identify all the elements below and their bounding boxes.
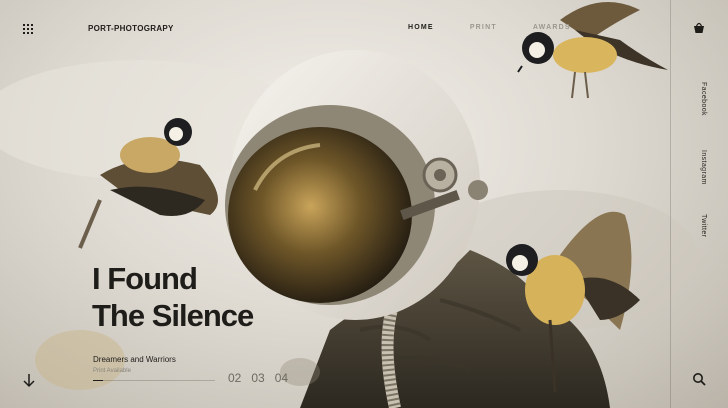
pager-item[interactable]: 02 [228,371,241,385]
nav-print[interactable]: PRINT [470,24,497,31]
hero-stage: PORT-PHOTOGRAPY HOME PRINT AWARDS Facebo… [0,0,728,408]
basket-icon[interactable] [693,22,705,34]
nav-awards[interactable]: AWARDS [533,24,571,31]
bird-top-right [517,2,668,99]
pager-item[interactable]: 03 [251,371,264,385]
down-arrow-icon[interactable] [22,372,36,388]
nav-home[interactable]: HOME [408,24,434,31]
helmet-valve [468,180,488,200]
social-facebook[interactable]: Facebook [693,82,707,116]
hero-subtitle: Dreamers and Warriors [93,355,176,364]
helmet-valve [434,169,446,181]
hero-title-line1: I Found [92,261,198,296]
brand-logo[interactable]: PORT-PHOTOGRAPY [88,24,174,33]
hero-title-line2: The Silence [92,298,254,333]
helmet-visor [228,127,412,303]
left-rail [0,0,56,408]
hero-title: I Found The Silence [92,260,254,334]
grid-menu-icon[interactable] [23,24,33,34]
right-rail: Facebook Instagram Twitter [670,0,728,408]
top-nav: HOME PRINT AWARDS [408,24,571,31]
slide-progress-fill [93,380,103,381]
slide-pager: 02 03 04 [228,371,288,385]
social-twitter[interactable]: Twitter [693,214,707,237]
hero-photo [0,2,700,408]
pager-item[interactable]: 04 [275,371,288,385]
search-icon[interactable] [692,372,706,386]
slide-progress-track [93,380,215,381]
social-instagram[interactable]: Instagram [693,150,707,185]
print-available-link[interactable]: Print Available [93,368,131,374]
